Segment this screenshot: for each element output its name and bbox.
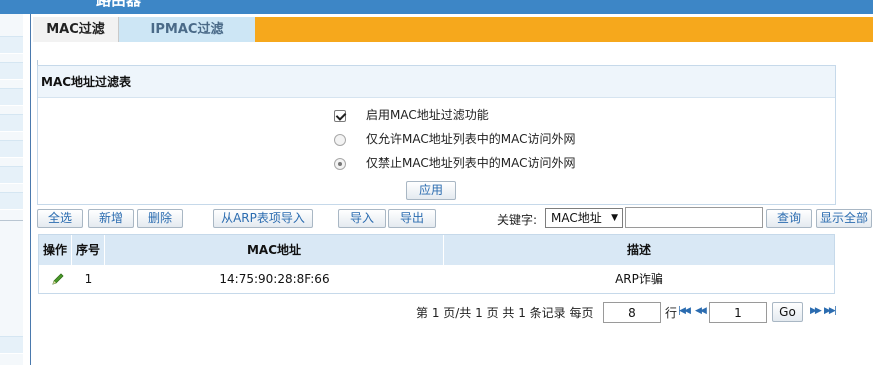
column-header-action: 操作 [39,235,72,265]
tab-bar: MAC过滤 IPMAC过滤 [33,17,873,42]
panel-title: MAC地址过滤表 [38,66,835,98]
go-button[interactable]: Go [772,302,803,322]
app-title: 路由器 [96,0,142,9]
first-page-icon[interactable]: |◀◀ [678,306,691,316]
per-page-input[interactable] [603,302,661,323]
deny-only-label: 仅禁止MAC地址列表中的MAC访问外网 [366,156,576,170]
column-header-mac: MAC地址 [105,235,444,265]
page-number-input[interactable] [709,302,767,323]
mac-filter-panel: MAC地址过滤表 启用MAC地址过滤功能 仅允许MAC地址列表中的MAC访问外网… [37,65,836,205]
mac-filter-table: 操作 序号 MAC地址 描述 1 14:75:90:28:8F:66 ARP诈骗 [38,234,835,294]
import-from-arp-button[interactable]: 从ARP表项导入 [213,209,313,228]
enable-filter-label: 启用MAC地址过滤功能 [366,108,489,122]
sidebar-item[interactable] [0,36,23,54]
delete-button[interactable]: 删除 [137,209,183,228]
sidebar-item[interactable] [0,62,23,80]
keyword-label: 关键字: [497,213,538,227]
sidebar-item[interactable] [0,336,23,354]
show-all-button[interactable]: 显示全部 [816,209,872,228]
sidebar-item[interactable] [0,166,23,184]
prev-page-icon[interactable]: ◀◀ [695,306,707,316]
pencil-icon[interactable] [51,272,65,286]
top-header-bar: 路由器 [0,0,873,14]
row-mac-cell: 14:75:90:28:8F:66 [219,272,330,286]
pager-row-label: 行 [665,306,678,320]
row-index-cell: 1 [84,272,93,286]
column-header-index: 序号 [72,235,105,265]
export-button[interactable]: 导出 [388,209,436,228]
keyword-input[interactable] [625,207,763,228]
tab-ipmac-filter[interactable]: IPMAC过滤 [119,17,255,42]
sidebar-item[interactable] [0,192,23,210]
add-button[interactable]: 新增 [88,209,134,228]
sidebar-item[interactable] [0,140,23,158]
row-action-cell [39,265,72,293]
keyword-select-value: MAC地址 [551,211,602,225]
apply-button[interactable]: 应用 [406,181,456,200]
row-description-cell: ARP诈骗 [615,272,663,286]
sidebar [0,14,23,365]
content-border [30,14,31,365]
last-page-icon[interactable]: ▶▶| [824,306,837,316]
sidebar-divider [0,220,23,221]
allow-only-label: 仅允许MAC地址列表中的MAC访问外网 [366,132,576,146]
allow-only-radio[interactable] [334,134,346,146]
pager-summary: 第 1 页/共 1 页 共 1 条记录 每页 [416,306,594,320]
dropdown-arrow-icon: ▼ [611,213,618,223]
next-page-icon[interactable]: ▶▶ [810,306,822,316]
import-button[interactable]: 导入 [338,209,386,228]
tab-mac-filter[interactable]: MAC过滤 [33,17,119,42]
search-button[interactable]: 查询 [766,209,812,228]
deny-only-radio[interactable] [334,158,346,170]
sidebar-item[interactable] [0,114,23,132]
sidebar-item[interactable] [0,88,23,106]
select-all-button[interactable]: 全选 [37,209,83,228]
table-row: 1 14:75:90:28:8F:66 ARP诈骗 [39,265,834,293]
table-header: 操作 序号 MAC地址 描述 [39,235,834,265]
enable-filter-checkbox[interactable] [334,110,346,122]
keyword-select[interactable]: MAC地址 ▼ [545,208,623,228]
column-header-description: 描述 [626,243,651,257]
